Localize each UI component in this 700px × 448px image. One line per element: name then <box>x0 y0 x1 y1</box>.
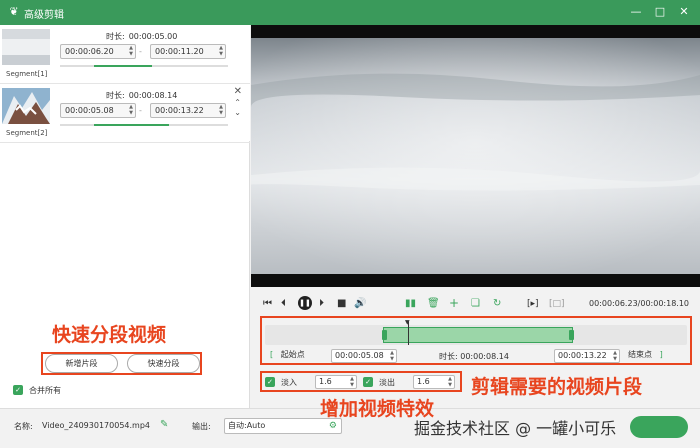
segment-end-time[interactable]: 00:00:13.22 ▲ ▼ <box>150 103 226 118</box>
segment-panel: Segment[1] 时长: 00:00:05.00 00:00:06.20 ▲ ▼ … <box>0 25 250 408</box>
fade-out-label: 淡出 <box>379 378 395 387</box>
delete-segment-icon[interactable]: ✕ <box>234 86 242 97</box>
fade-in-checkbox[interactable]: ✓ <box>265 377 275 387</box>
add-icon[interactable]: + <box>449 297 459 309</box>
video-frame <box>251 25 700 287</box>
timeline-track[interactable]: ▼ <box>265 320 687 345</box>
title-bar: ❦ 高级剪辑 — □ ✕ <box>0 0 700 25</box>
rotate-icon[interactable]: ↻ <box>493 298 501 310</box>
playhead[interactable]: ▼ <box>405 320 410 345</box>
segment-range-bar <box>60 65 228 67</box>
fade-out-checkbox[interactable]: ✓ <box>363 377 373 387</box>
edit-name-icon[interactable]: ✎ <box>160 419 168 430</box>
watermark: 掘金技术社区 @ 一罐小可乐 <box>414 419 617 438</box>
mark-in-icon[interactable]: [▸] <box>527 298 539 310</box>
pause-icon[interactable]: ❚❚ <box>298 296 312 310</box>
name-label: 名称: <box>14 422 33 431</box>
segment-thumbnail <box>2 88 50 124</box>
chevron-up-icon[interactable]: ⌃ <box>234 98 241 107</box>
maximize-icon[interactable]: □ <box>652 4 668 20</box>
skip-to-start-icon[interactable]: ⏮ <box>263 298 272 310</box>
trim-duration: 时长: 00:00:08.14 <box>439 352 509 361</box>
copy-icon[interactable]: ❏ <box>471 298 480 310</box>
add-segment-button[interactable]: 新增片段 <box>45 354 118 373</box>
trim-start-time[interactable]: 00:00:05.08 ▲ ▼ <box>331 349 397 363</box>
mark-out-icon[interactable]: [□] <box>549 298 565 310</box>
segment-end-time[interactable]: 00:00:11.20 ▲ ▼ <box>150 44 226 59</box>
split-icon[interactable]: ▮▮ <box>405 298 416 310</box>
fade-in-label: 淡入 <box>281 378 297 387</box>
confirm-button[interactable] <box>630 416 688 438</box>
segment-start-time[interactable]: 00:00:06.20 ▲ ▼ <box>60 44 136 59</box>
annotation-quick-split-video: 快速分段视频 <box>52 324 167 346</box>
range-end-handle[interactable] <box>569 330 574 340</box>
volume-icon[interactable]: 🔊 <box>354 298 366 310</box>
range-start-handle[interactable] <box>382 330 387 340</box>
delete-icon[interactable]: 🗑 <box>427 298 440 310</box>
range-separator: - <box>139 106 142 115</box>
selected-range[interactable] <box>382 327 574 343</box>
end-point-button[interactable]: 结束点 ] <box>625 349 683 363</box>
stop-icon[interactable]: ■ <box>337 298 346 310</box>
divider <box>0 142 250 143</box>
chevron-down-icon[interactable]: ⌄ <box>234 108 241 117</box>
segment-duration: 时长: 00:00:08.14 <box>106 91 178 100</box>
app-logo-icon: ❦ <box>9 5 19 18</box>
annotation-add-effects: 增加视频特效 <box>320 398 435 420</box>
fade-out-value[interactable]: 1.6 ▲ ▼ <box>413 375 455 389</box>
advanced-editor-window: ❦ 高级剪辑 — □ ✕ Segment[1] 时长: 00:00:05.00 0… <box>0 0 700 448</box>
output-label: 输出: <box>192 422 211 431</box>
playback-time: 00:00:06.23/00:00:18.10 <box>589 299 690 308</box>
segment-label: Segment[1] <box>6 70 48 78</box>
step-forward-icon[interactable]: ⏵ <box>319 298 324 310</box>
quick-split-button[interactable]: 快速分段 <box>127 354 200 373</box>
trim-end-time[interactable]: 00:00:13.22 ▲ ▼ <box>554 349 620 363</box>
range-separator: - <box>139 47 142 56</box>
segment-thumbnail <box>2 29 50 65</box>
annotation-clip-needed: 剪辑需要的视频片段 <box>471 376 643 398</box>
merge-all-label: 合并所有 <box>29 386 61 395</box>
segment-item[interactable]: Segment[2] 时长: 00:00:08.14 00:00:05.08 ▲ ▼ … <box>0 83 250 141</box>
fade-in-value[interactable]: 1.6 ▲ ▼ <box>315 375 357 389</box>
close-icon[interactable]: ✕ <box>676 4 692 20</box>
step-back-icon[interactable]: ⏴ <box>281 298 286 310</box>
minimize-icon[interactable]: — <box>628 4 644 20</box>
merge-all-checkbox[interactable]: ✓ <box>13 385 23 395</box>
video-preview[interactable] <box>251 25 700 287</box>
window-title: 高级剪辑 <box>24 10 64 21</box>
segment-duration: 时长: 00:00:05.00 <box>106 32 178 41</box>
segment-range-bar <box>60 124 228 126</box>
segment-start-time[interactable]: 00:00:05.08 ▲ ▼ <box>60 103 136 118</box>
start-point-button[interactable]: [ 起始点 <box>267 349 325 363</box>
segment-item[interactable]: Segment[1] 时长: 00:00:05.00 00:00:06.20 ▲ ▼ … <box>0 25 250 83</box>
file-name: Video_240930170054.mp4 <box>42 421 150 430</box>
segment-label: Segment[2] <box>6 129 48 137</box>
editor-controls: ⏮ ⏴ ❚❚ ⏵ ■ 🔊 ▮▮ 🗑 + ❏ ↻ [▸] [□] 00:00:06… <box>251 287 700 408</box>
